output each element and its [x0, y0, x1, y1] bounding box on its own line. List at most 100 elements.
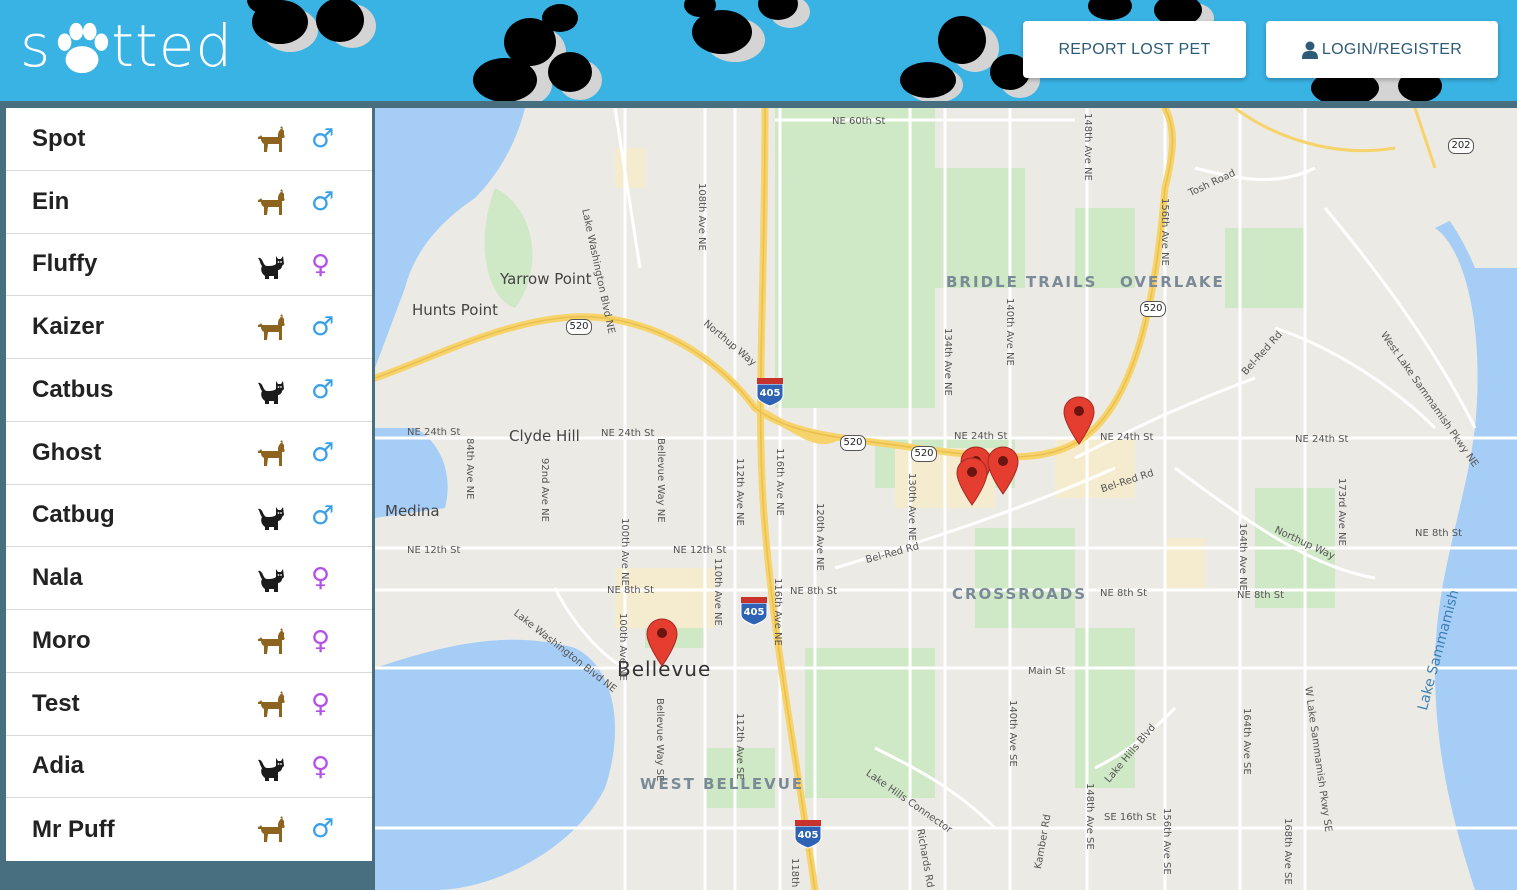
logo-text-end: tted [111, 12, 234, 80]
dog-icon [256, 126, 286, 154]
male-icon: ♂ [311, 437, 335, 468]
map-marker-icon[interactable] [955, 456, 989, 506]
dog-icon [256, 816, 286, 844]
user-icon [1301, 41, 1318, 59]
street-label: 140th Ave SE [1007, 700, 1018, 767]
map-view[interactable]: BRIDLE TRAILS OVERLAKE CROSSROADS WEST B… [375, 108, 1517, 890]
pet-name: Mr Puff [32, 815, 115, 843]
street-label: 164th Ave SE [1241, 708, 1252, 775]
pet-list-item[interactable]: Nala ♀ [6, 547, 372, 610]
street-label: NE 24th St [1295, 434, 1349, 445]
pet-list-item[interactable]: Adia ♀ [6, 736, 372, 799]
cat-icon [256, 754, 286, 782]
pet-list-item[interactable]: Kaizer ♂ [6, 296, 372, 359]
street-label: Bellevue Way NE [655, 438, 666, 523]
street-label: 164th Ave NE [1237, 523, 1248, 591]
street-label: 148th Ave NE [1082, 113, 1093, 181]
street-label: SE 16th St [1104, 812, 1157, 823]
street-label: 120th Ave NE [814, 503, 825, 571]
pet-list-item[interactable]: Fluffy ♀ [6, 234, 372, 297]
street-label: 110th Ave NE [712, 558, 723, 626]
street-label: 130th Ave NE [906, 473, 917, 541]
pet-name: Moro [32, 626, 91, 654]
female-icon: ♀ [311, 626, 331, 656]
route-shield: 520 [911, 446, 937, 462]
pet-name: Kaizer [32, 313, 105, 341]
pet-list-item[interactable]: Spot ♂ [6, 108, 372, 171]
street-label: NE 60th St [832, 116, 886, 127]
map-marker-icon[interactable] [1062, 395, 1096, 445]
cat-icon [256, 252, 286, 280]
cat-icon [256, 377, 286, 405]
pet-name: Ein [32, 187, 70, 215]
pet-list-item[interactable]: Ein ♂ [6, 171, 372, 234]
street-label: 148th Ave SE [1084, 783, 1095, 850]
interstate-shield: 405 [743, 607, 765, 618]
street-label: NE 24th St [601, 428, 655, 439]
street-label: 156th Ave SE [1161, 808, 1172, 875]
area-label: OVERLAKE [1120, 273, 1225, 291]
login-register-label: LOGIN/REGISTER [1321, 40, 1463, 58]
dog-icon [256, 439, 286, 468]
cat-icon [256, 565, 286, 593]
street-label: NE 12th St [407, 545, 461, 556]
logo-text-start: s [20, 12, 52, 80]
female-icon: ♀ [311, 249, 331, 280]
app-logo[interactable]: s tted [20, 6, 233, 86]
pet-list-item[interactable]: Test ♀ [6, 673, 372, 736]
street-label: Main St [1028, 666, 1066, 677]
pet-list-item[interactable]: Moro ♀ [6, 610, 372, 673]
street-label: NE 24th St [954, 431, 1008, 442]
pet-list-item[interactable]: Catbus ♂ [6, 359, 372, 422]
dog-icon [256, 314, 286, 342]
cat-icon [256, 503, 286, 531]
pet-name: Spot [32, 124, 86, 152]
map-marker-icon[interactable] [645, 617, 679, 667]
street-label: 116th Ave NE [772, 578, 783, 646]
street-label: 84th Ave NE [464, 438, 475, 500]
street-label: NE 8th St [1415, 528, 1463, 539]
street-label: 112th Ave NE [734, 458, 745, 526]
street-label: NE 8th St [607, 585, 655, 596]
male-icon: ♂ [311, 124, 335, 154]
route-shield: 520 [840, 435, 866, 451]
street-label: NE 8th St [790, 586, 838, 597]
female-icon: ♀ [311, 688, 331, 719]
route-shield: 202 [1448, 138, 1474, 154]
pet-name: Ghost [32, 438, 102, 466]
place-label: Yarrow Point [500, 270, 592, 288]
street-label: NE 8th St [1100, 588, 1148, 599]
pet-name: Adia [32, 752, 85, 780]
report-lost-pet-button[interactable]: REPORT LOST PET [1023, 21, 1246, 78]
area-label: CROSSROADS [952, 585, 1088, 603]
male-icon: ♂ [311, 500, 335, 531]
street-label: NE 8th St [1237, 590, 1285, 601]
street-label: 140th Ave NE [1004, 298, 1015, 366]
pet-list-item[interactable]: Ghost ♂ [6, 422, 372, 485]
female-icon: ♀ [311, 563, 331, 594]
pet-list-item[interactable]: Mr Puff ♂ [6, 798, 372, 861]
dog-icon [256, 628, 286, 656]
pet-name: Fluffy [32, 250, 98, 278]
lake-sammamish [1435, 188, 1517, 890]
pet-name: Nala [32, 564, 83, 592]
female-icon: ♀ [311, 751, 331, 782]
male-icon: ♂ [311, 186, 335, 217]
male-icon: ♂ [311, 375, 335, 405]
map-marker-icon[interactable] [986, 445, 1020, 495]
street-label: 168th Ave SE [1282, 818, 1293, 885]
street-label: 134th Ave NE [942, 328, 953, 396]
male-icon: ♂ [311, 312, 335, 343]
street-label: 108th Ave NE [696, 183, 707, 251]
place-label: Clyde Hill [509, 427, 580, 445]
dog-icon [256, 188, 286, 217]
route-shield: 520 [1140, 301, 1166, 317]
street-label: 116th Ave NE [774, 448, 785, 516]
pet-list-item[interactable]: Catbug ♂ [6, 485, 372, 548]
login-register-button[interactable]: LOGIN/REGISTER [1266, 21, 1498, 78]
route-shield: 520 [566, 319, 592, 335]
interstate-shield: 405 [797, 830, 819, 841]
place-label: Medina [385, 502, 440, 520]
street-label: 118th Ave [789, 858, 800, 890]
street-label: 100th Ave NE [619, 518, 630, 586]
